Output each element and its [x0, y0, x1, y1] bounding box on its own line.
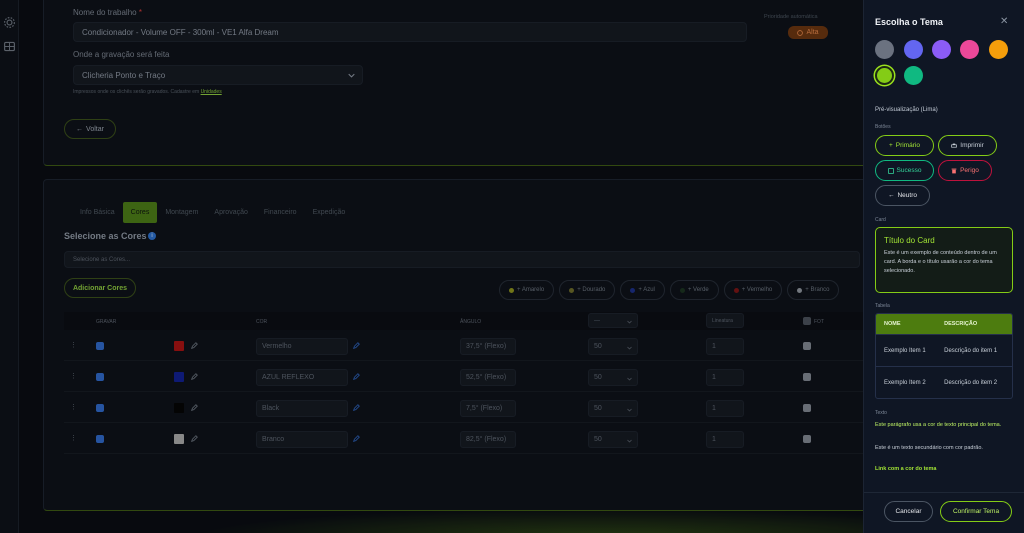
- preview-card: Título do Card Este é um exemplo de cont…: [875, 227, 1013, 293]
- text-primary: Este parágrafo usa a cor de texto princi…: [875, 422, 1002, 428]
- trash-icon: [951, 168, 957, 173]
- preview-danger-button[interactable]: Perigo: [938, 160, 992, 181]
- primary-label: Primário: [895, 142, 920, 149]
- theme-swatch[interactable]: [960, 40, 979, 59]
- save-icon: [887, 167, 894, 174]
- preview-card-title: Título do Card: [884, 236, 935, 245]
- table-label: Tabela: [875, 303, 890, 309]
- neutral-label: Neutro: [897, 192, 917, 199]
- confirm-theme-button[interactable]: Confirmar Tema: [940, 501, 1012, 522]
- preview-label: Pré-visualização (Lima): [875, 107, 938, 113]
- preview-table-header: NOME DESCRIÇÃO: [876, 314, 1012, 334]
- preview-table: NOME DESCRIÇÃO Exemplo Item 1 Descrição do…: [875, 313, 1013, 399]
- cell-name: Exemplo Item 2: [884, 379, 926, 386]
- text-secondary: Este é um texto secundário com cor padrã…: [875, 445, 983, 451]
- success-label: Sucesso: [896, 167, 922, 174]
- panel-footer-divider: [864, 492, 1024, 493]
- printer-icon: [951, 143, 958, 148]
- cancel-button[interactable]: Cancelar: [884, 501, 933, 522]
- plus-icon: +: [889, 142, 893, 149]
- theme-swatch[interactable]: [875, 66, 894, 85]
- theme-link[interactable]: Link com a cor do tema: [875, 464, 1015, 474]
- theme-panel: Escolha o Tema ✕ Pré-visualização (Lima)…: [863, 0, 1024, 533]
- modal-overlay[interactable]: [0, 0, 863, 533]
- text-label: Texto: [875, 410, 887, 416]
- buttons-label: Botões: [875, 124, 891, 130]
- theme-swatch[interactable]: [904, 66, 923, 85]
- preview-print-button[interactable]: Imprimir: [938, 135, 997, 156]
- print-label: Imprimir: [960, 142, 984, 149]
- close-icon[interactable]: ✕: [1000, 16, 1008, 27]
- th-descricao: DESCRIÇÃO: [944, 321, 978, 327]
- preview-success-button[interactable]: Sucesso: [875, 160, 934, 181]
- app-root: Nome do trabalho * Condicionador - Volum…: [0, 0, 1024, 533]
- preview-neutral-button[interactable]: ← Neutro: [875, 185, 930, 206]
- table-row: Exemplo Item 2 Descrição do item 2: [876, 366, 1012, 398]
- theme-swatch[interactable]: [875, 40, 894, 59]
- theme-swatch[interactable]: [904, 40, 923, 59]
- cell-desc: Descrição do item 1: [944, 347, 998, 354]
- arrow-left-icon: ←: [887, 192, 895, 199]
- table-row: Exemplo Item 1 Descrição do item 1: [876, 334, 1012, 366]
- danger-label: Perigo: [960, 167, 979, 174]
- card-label: Card: [875, 217, 886, 223]
- theme-swatch[interactable]: [989, 40, 1008, 59]
- th-nome: NOME: [884, 321, 901, 327]
- theme-swatch[interactable]: [932, 40, 951, 59]
- cell-desc: Descrição do item 2: [944, 379, 998, 386]
- preview-card-text: Este é um exemplo de conteúdo dentro de …: [884, 250, 997, 274]
- cell-name: Exemplo Item 1: [884, 347, 926, 354]
- panel-title: Escolha o Tema: [875, 17, 943, 27]
- preview-primary-button[interactable]: + Primário: [875, 135, 934, 156]
